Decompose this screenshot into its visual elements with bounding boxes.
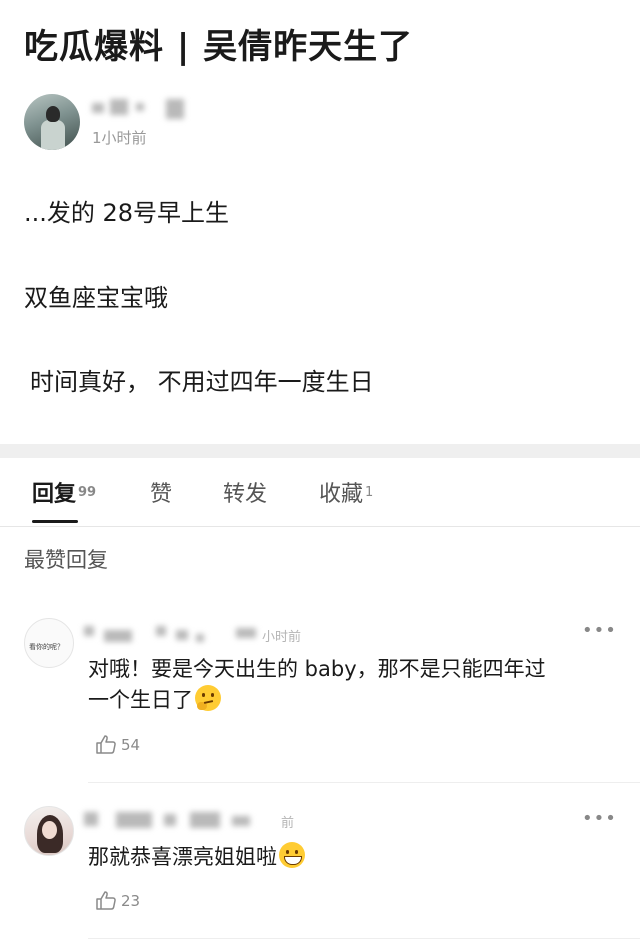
comment-divider — [88, 782, 640, 783]
thinking-face-icon — [195, 685, 221, 711]
comment-divider — [88, 938, 640, 939]
active-tab-indicator — [32, 520, 78, 523]
comment-text: 对哦！要是今天出生的 baby，那不是只能四年过 一个生日了 — [88, 657, 546, 712]
tab-replies[interactable]: 回复 99 — [32, 480, 96, 510]
comment-text: 那就恭喜漂亮姐姐啦 — [88, 842, 305, 873]
tab-divider — [0, 526, 640, 527]
tab-reposts[interactable]: 转发 — [223, 480, 267, 510]
like-count: 23 — [121, 892, 141, 910]
commenter-avatar[interactable]: 看你的呢？ — [24, 618, 74, 668]
thumbs-up-icon — [96, 735, 116, 754]
tab-likes[interactable]: 赞 — [150, 480, 172, 510]
post-paragraph: 双鱼座宝宝哦 — [24, 284, 168, 312]
section-title: 最赞回复 — [24, 548, 108, 572]
thumbs-up-icon — [96, 891, 116, 910]
like-button[interactable]: 23 — [94, 889, 140, 913]
section-separator — [0, 444, 640, 458]
post-time: 1小时前 — [92, 129, 147, 147]
like-count: 54 — [121, 736, 141, 754]
comment-time: 小时前 — [262, 630, 302, 645]
tab-favorites[interactable]: 收藏 1 — [319, 480, 373, 510]
commenter-avatar[interactable] — [24, 806, 74, 856]
author-avatar[interactable] — [24, 94, 80, 150]
like-button[interactable]: 54 — [94, 733, 140, 757]
more-options-icon[interactable]: ••• — [582, 810, 617, 828]
comment-time: 前 — [281, 816, 295, 831]
post-paragraph: ...发的 28号早上生 — [24, 199, 230, 227]
post-paragraph: 时间真好， 不用过四年一度生日 — [30, 368, 374, 396]
grinning-face-icon — [279, 842, 305, 868]
post-title: 吃瓜爆料 | 吴倩昨天生了 — [24, 27, 414, 67]
more-options-icon[interactable]: ••• — [582, 622, 617, 640]
